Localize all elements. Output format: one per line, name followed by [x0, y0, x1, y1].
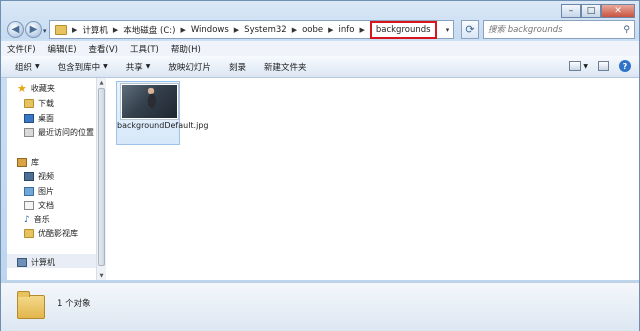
sidebar-item-desktop[interactable]: 桌面 [24, 113, 54, 124]
sidebar-item-libraries[interactable]: 库 [17, 157, 39, 168]
menu-tools[interactable]: 工具(T) [124, 43, 165, 55]
breadcrumb-info[interactable]: ▶ info [323, 25, 354, 35]
chevron-right-icon[interactable]: ▶ [180, 26, 185, 34]
close-button[interactable]: ✕ [601, 4, 635, 18]
forward-arrow-icon: ▶ [29, 24, 38, 35]
breadcrumb-backgrounds[interactable]: ▶ backgrounds [354, 20, 437, 39]
back-arrow-icon: ◀ [11, 24, 20, 35]
chevron-down-icon[interactable]: ▼ [583, 63, 588, 70]
menu-bar: 文件(F) 编辑(E) 查看(V) 工具(T) 帮助(H) [1, 41, 639, 56]
address-bar[interactable]: ▶ 计算机 ▶ 本地磁盘 (C:) ▶ Windows ▶ System32 ▶… [49, 20, 454, 39]
menu-view[interactable]: 查看(V) [83, 43, 124, 55]
help-icon[interactable]: ? [619, 60, 631, 72]
breadcrumb-windows[interactable]: ▶ Windows [175, 25, 228, 35]
breadcrumb-system32[interactable]: ▶ System32 [229, 25, 287, 35]
scrollbar-thumb[interactable] [98, 88, 105, 266]
explorer-window: – □ ✕ ◀ ▶ ▾ ▶ 计算机 ▶ 本地磁盘 (C:) ▶ Windows [0, 0, 640, 331]
breadcrumb-oobe[interactable]: ▶ oobe [287, 25, 323, 35]
window-controls: – □ ✕ [561, 4, 635, 18]
file-list: backgroundDefault.jpg [106, 78, 639, 280]
toolbar-view-controls: ▼ ? [569, 60, 631, 72]
star-icon: ★ [17, 82, 27, 95]
downloads-folder-icon [24, 99, 34, 108]
library-icon [17, 158, 27, 167]
computer-icon [17, 258, 27, 267]
menu-edit[interactable]: 编辑(E) [42, 43, 83, 55]
sidebar-item-documents[interactable]: 文档 [24, 200, 54, 211]
sidebar-item-music[interactable]: ♪ 音乐 [24, 214, 50, 225]
chevron-down-icon[interactable]: ▼ [146, 63, 151, 70]
share-button[interactable]: 共享 ▼ [117, 61, 160, 73]
folder-icon [55, 24, 67, 35]
refresh-icon: ⟳ [465, 23, 475, 36]
sidebar-item-downloads[interactable]: 下载 [24, 98, 54, 109]
search-input[interactable] [488, 24, 618, 35]
sidebar-item-pictures[interactable]: 图片 [24, 186, 54, 197]
file-item[interactable]: backgroundDefault.jpg [116, 81, 208, 145]
back-button[interactable]: ◀ [7, 21, 24, 38]
recent-places-icon [24, 128, 34, 137]
scroll-down-arrow-icon[interactable]: ▼ [97, 271, 106, 280]
sidebar-item-recent[interactable]: 最近访问的位置 [24, 127, 94, 138]
slideshow-button[interactable]: 放映幻灯片 [159, 61, 220, 73]
organize-button[interactable]: 组织 ▼ [1, 61, 49, 73]
view-icon [569, 61, 582, 71]
sidebar-item-youku-library[interactable]: 优酷影视库 [24, 228, 78, 239]
chevron-down-icon[interactable]: ▼ [35, 63, 40, 70]
desktop-icon [24, 114, 34, 123]
details-pane: 1 个对象 [1, 282, 639, 331]
music-note-icon: ♪ [24, 214, 30, 225]
chevron-right-icon[interactable]: ▶ [359, 26, 364, 34]
command-bar: 组织 ▼ 包含到库中 ▼ 共享 ▼ 放映幻灯片 刻录 新建文件夹 [1, 56, 639, 78]
breadcrumb-local-disk[interactable]: ▶ 本地磁盘 (C:) [108, 24, 176, 36]
item-count: 1 个对象 [57, 299, 91, 309]
sidebar-item-videos[interactable]: 视频 [24, 171, 54, 182]
search-box[interactable]: ⚲ [483, 20, 635, 39]
address-row: – □ ✕ ◀ ▶ ▾ ▶ 计算机 ▶ 本地磁盘 (C:) ▶ Windows [1, 1, 639, 39]
nav-scrollbar[interactable]: ▲ ▼ [96, 78, 106, 280]
preview-pane-button[interactable] [598, 61, 609, 71]
recent-pages-dropdown[interactable]: ▾ [43, 27, 47, 35]
image-thumbnail[interactable] [121, 84, 178, 119]
scroll-up-arrow-icon[interactable]: ▲ [97, 78, 106, 87]
chevron-right-icon[interactable]: ▶ [234, 26, 239, 34]
maximize-button[interactable]: □ [581, 4, 601, 18]
chevron-right-icon[interactable]: ▶ [328, 26, 333, 34]
minimize-button[interactable]: – [561, 4, 581, 18]
video-library-icon [24, 172, 34, 181]
sidebar-item-favorites[interactable]: ★ 收藏夹 [17, 83, 55, 94]
sidebar-item-computer[interactable]: 计算机 [17, 257, 55, 268]
menu-help[interactable]: 帮助(H) [165, 43, 207, 55]
chevron-right-icon[interactable]: ▶ [292, 26, 297, 34]
change-view-button[interactable]: ▼ [569, 61, 588, 71]
chevron-right-icon[interactable]: ▶ [72, 26, 77, 34]
burn-button[interactable]: 刻录 [220, 61, 255, 73]
chevron-down-icon[interactable]: ▼ [103, 63, 108, 70]
include-in-library-button[interactable]: 包含到库中 ▼ [49, 61, 117, 73]
refresh-button[interactable]: ⟳ [461, 20, 479, 39]
youku-library-icon [24, 229, 34, 238]
breadcrumb-computer[interactable]: ▶ 计算机 [67, 24, 108, 36]
new-folder-button[interactable]: 新建文件夹 [255, 61, 316, 73]
chevron-right-icon[interactable]: ▶ [113, 26, 118, 34]
address-history-dropdown[interactable]: ▾ [442, 21, 453, 38]
forward-button[interactable]: ▶ [25, 21, 42, 38]
navigation-pane: ★ 收藏夹 下载 桌面 最近访问的位置 库 视频 图片 文档 ♪ 音乐 优酷影视… [7, 78, 106, 280]
document-library-icon [24, 201, 34, 210]
file-name[interactable]: backgroundDefault.jpg [117, 121, 208, 131]
search-icon[interactable]: ⚲ [623, 25, 630, 35]
picture-library-icon [24, 187, 34, 196]
folder-icon [17, 291, 45, 319]
menu-file[interactable]: 文件(F) [1, 43, 42, 55]
